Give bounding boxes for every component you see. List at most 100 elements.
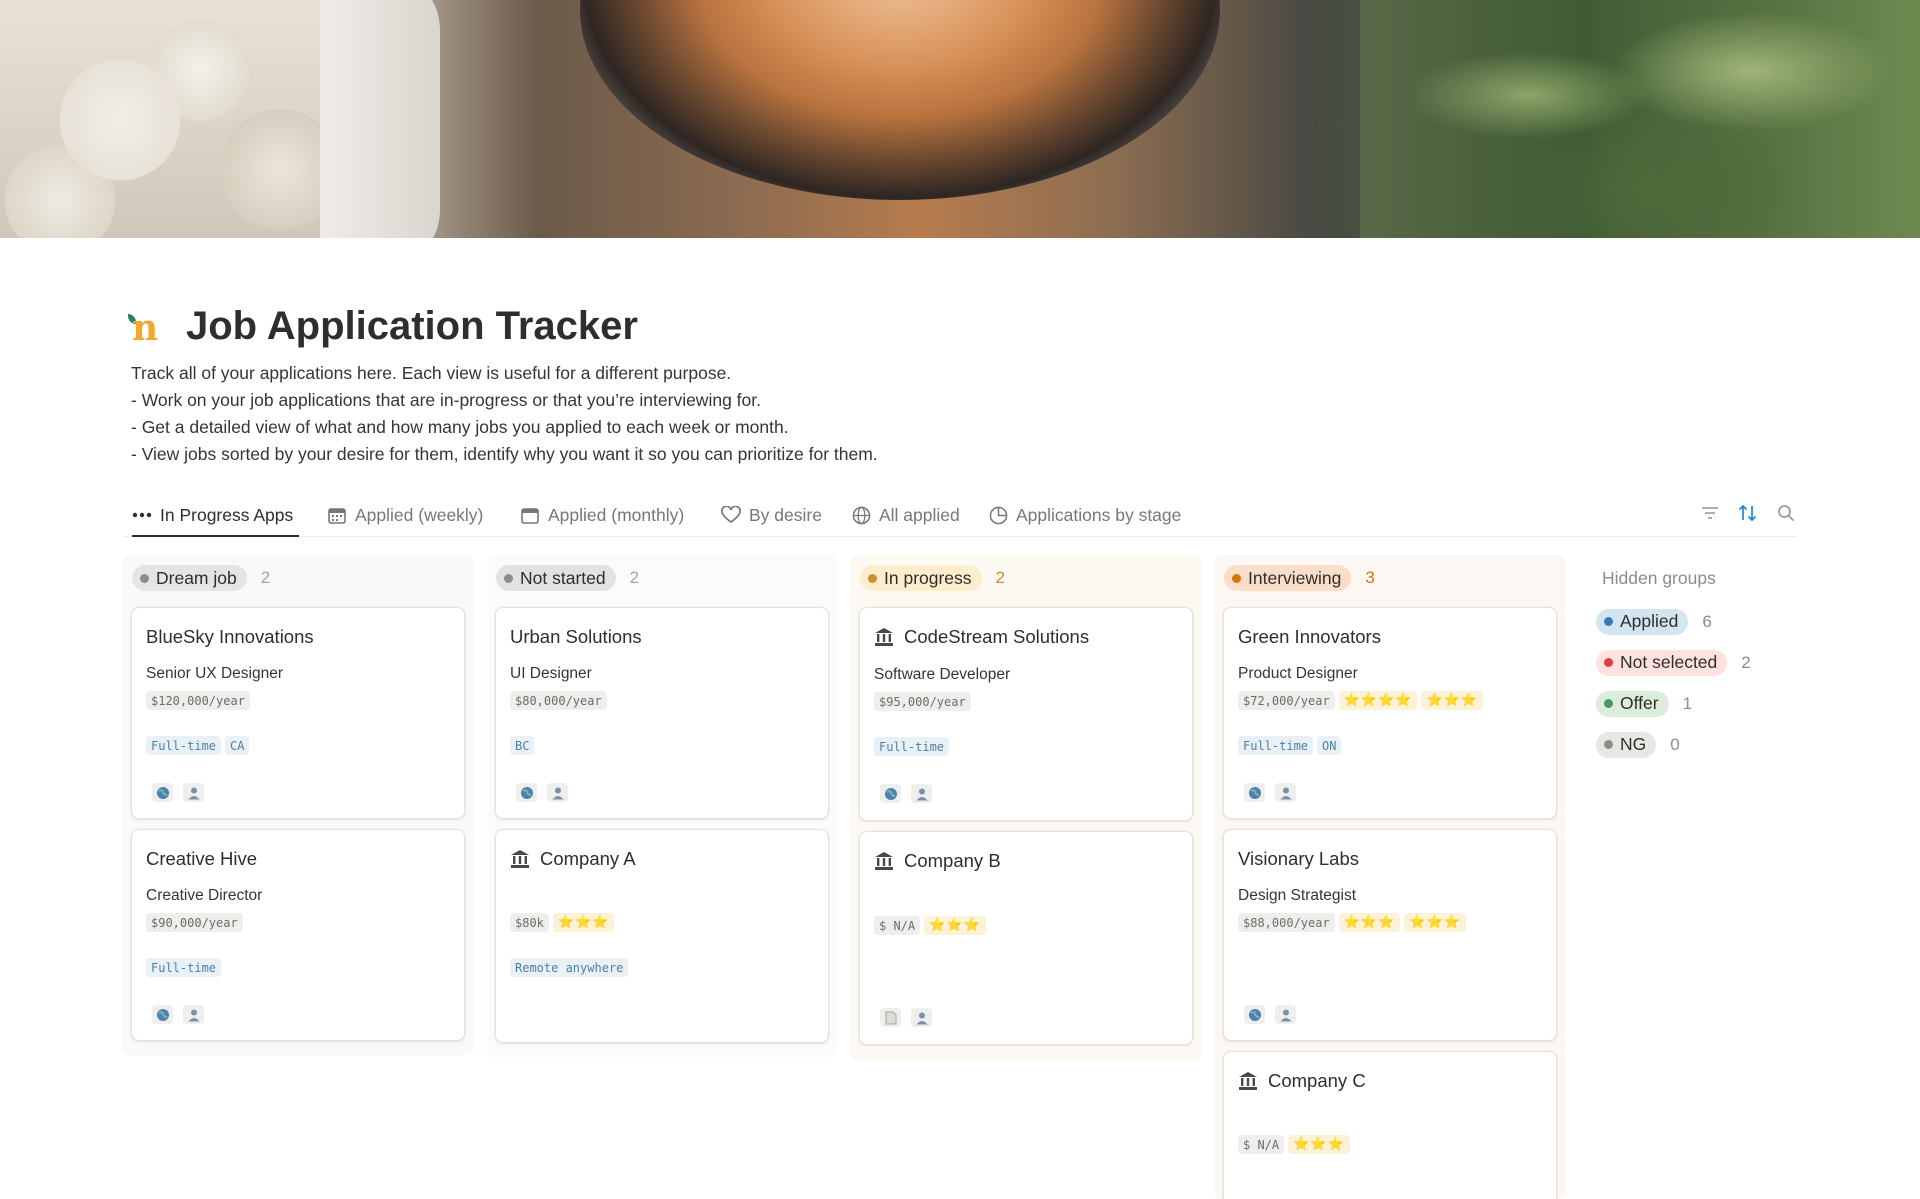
job-role: Senior UX Designer [146, 665, 283, 682]
job-card[interactable]: Company A $80k ⭐⭐⭐ Remote anywhere [495, 829, 829, 1043]
tab-label: In Progress Apps [160, 504, 294, 525]
tab-in-progress-apps[interactable]: In Progress Apps [132, 494, 300, 537]
job-role: Creative Director [146, 887, 263, 904]
group-count: 2 [629, 568, 640, 587]
rating-tag: ⭐⭐⭐ [924, 916, 986, 935]
job-card[interactable]: Urban Solutions UI Designer $80,000/year… [495, 607, 829, 819]
globe-icon[interactable] [1244, 783, 1265, 802]
salary-tag: $95,000/year [874, 692, 971, 711]
description-line: - Get a detailed view of what and how ma… [131, 417, 789, 437]
user-icon[interactable] [547, 783, 568, 802]
group-pill: In progress [860, 565, 982, 591]
job-card[interactable]: Creative Hive Creative Director $90,000/… [131, 829, 465, 1041]
view-tabs: In Progress Apps Applied (weekly) Applie… [123, 494, 1797, 537]
notion-logo-icon[interactable]: n [128, 308, 166, 346]
user-icon[interactable] [183, 1005, 204, 1024]
more-horizontal-icon [132, 505, 152, 525]
job-role: Product Designer [1238, 665, 1358, 682]
job-card[interactable]: Company C $ N/A ⭐⭐⭐ [1223, 1051, 1557, 1199]
rating-tag: ⭐⭐⭐ [1421, 691, 1484, 710]
company-name: Urban Solutions [510, 626, 642, 647]
company-name: Company C [1238, 1070, 1366, 1092]
company-name: Company B [874, 850, 1001, 872]
tab-label: Applied (weekly) [355, 504, 484, 525]
hidden-group-not-selected[interactable]: Not selected 2 [1596, 642, 1796, 683]
job-type-tag: Full-time [146, 958, 222, 977]
hidden-group-ng[interactable]: NG 0 [1596, 724, 1796, 765]
salary-tag: $90,000/year [146, 913, 243, 932]
tab-applied-monthly[interactable]: Applied (monthly) [520, 494, 684, 536]
tab-label: Applied (monthly) [548, 504, 685, 525]
user-icon[interactable] [911, 1008, 932, 1027]
group-pill: Dream job [132, 565, 247, 591]
filter-icon[interactable] [1699, 502, 1721, 524]
tab-label: By desire [749, 504, 822, 525]
description-line: Track all of your applications here. Eac… [131, 363, 732, 383]
salary-tag: $72,000/year [1238, 691, 1335, 710]
group-count: 3 [1365, 568, 1375, 587]
globe-icon[interactable] [152, 783, 173, 802]
globe-icon[interactable] [880, 784, 901, 803]
company-name: Visionary Labs [1238, 848, 1360, 869]
job-card[interactable]: Green Innovators Product Designer $72,00… [1223, 607, 1557, 819]
page-description: Track all of your applications here. Eac… [131, 360, 878, 468]
hidden-group-applied[interactable]: Applied 6 [1596, 601, 1796, 642]
job-card[interactable]: Company B $ N/A ⭐⭐⭐ [859, 831, 1193, 1045]
column-header[interactable]: Not started 2 [487, 555, 837, 601]
company-name: Green Innovators [1238, 626, 1381, 647]
heart-icon [721, 505, 741, 525]
sort-icon[interactable] [1737, 502, 1759, 524]
job-role: Software Developer [874, 666, 1011, 683]
job-type-tag: Full-time [874, 737, 950, 756]
globe-icon[interactable] [152, 1005, 173, 1024]
group-count: 2 [995, 568, 1006, 587]
user-icon[interactable] [1275, 1005, 1296, 1024]
company-name: Company A [510, 848, 636, 870]
column-header[interactable]: Interviewing 3 [1215, 555, 1565, 601]
tab-label: All applied [879, 504, 960, 525]
job-type-tag: Full-time [146, 736, 222, 755]
job-role: Design Strategist [1238, 887, 1357, 904]
globe-icon[interactable] [1244, 1005, 1265, 1024]
column-header[interactable]: In progress 2 [851, 555, 1201, 601]
job-role: UI Designer [510, 665, 592, 682]
hidden-group-offer[interactable]: Offer 1 [1596, 683, 1796, 724]
location-tag: Remote anywhere [510, 958, 629, 977]
salary-tag: $80k [510, 913, 549, 932]
salary-tag: $120,000/year [146, 691, 250, 710]
bank-icon [510, 849, 530, 869]
user-icon[interactable] [911, 784, 932, 803]
user-icon[interactable] [183, 783, 204, 802]
pie-chart-icon [988, 505, 1008, 525]
page-title[interactable]: Job Application Tracker [186, 304, 638, 349]
salary-tag: $ N/A [1238, 1135, 1285, 1154]
group-count: 6 [1702, 611, 1712, 631]
tab-applied-weekly[interactable]: Applied (weekly) [327, 494, 483, 536]
document-icon[interactable] [880, 1008, 901, 1027]
user-icon[interactable] [1275, 783, 1296, 802]
calendar-icon [520, 505, 540, 525]
tab-applications-by-stage[interactable]: Applications by stage [988, 494, 1181, 536]
rating-tag: ⭐⭐⭐ [1288, 1135, 1350, 1154]
view-toolbar [1699, 502, 1797, 524]
group-pill: Not started [496, 565, 616, 591]
job-card[interactable]: CodeStream Solutions Software Developer … [859, 607, 1193, 821]
salary-tag: $ N/A [874, 916, 921, 935]
description-line: - Work on your job applications that are… [131, 390, 761, 410]
search-icon[interactable] [1775, 502, 1797, 524]
tab-by-desire[interactable]: By desire [721, 494, 822, 536]
salary-tag: $88,000/year [1238, 913, 1335, 932]
bank-icon [1238, 1071, 1258, 1091]
job-card[interactable]: Visionary Labs Design Strategist $88,000… [1223, 829, 1557, 1041]
globe-icon[interactable] [516, 783, 537, 802]
cover-image [0, 0, 1920, 238]
company-name: CodeStream Solutions [874, 626, 1089, 648]
column-header[interactable]: Dream job 2 [123, 555, 473, 601]
rating-tag: ⭐⭐⭐ [1338, 913, 1401, 932]
group-count: 2 [260, 568, 271, 587]
board-column-dream-job: Dream job 2 BlueSky Innovations Senior U… [123, 555, 473, 1055]
page-header: n Job Application Tracker [128, 304, 638, 349]
tab-all-applied[interactable]: All applied [851, 494, 960, 536]
job-card[interactable]: BlueSky Innovations Senior UX Designer $… [131, 607, 465, 819]
hidden-groups-panel: Hidden groups Applied 6 Not selected 2 O… [1596, 555, 1796, 765]
